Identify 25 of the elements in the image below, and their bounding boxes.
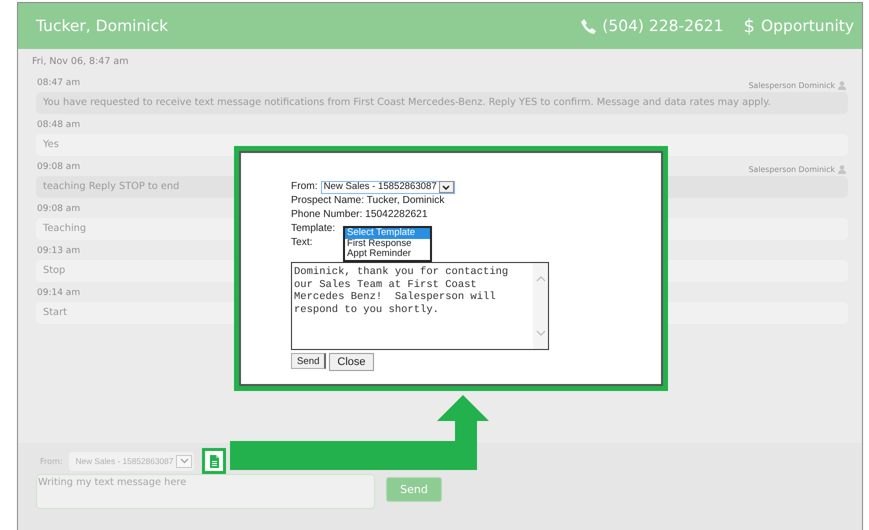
message-time: 09:14 am [37, 288, 80, 300]
message-time: 08:47 am [37, 78, 80, 90]
message-time: 08:48 am [37, 120, 80, 132]
person-icon [838, 165, 846, 174]
phone-icon [581, 18, 596, 34]
document-icon [208, 454, 220, 468]
person-icon [838, 81, 846, 90]
message-time: 09:08 am [37, 162, 80, 174]
contact-name: Tucker, Dominick [36, 17, 168, 35]
message-field[interactable]: Writing my text message here [36, 474, 375, 509]
template-option[interactable]: Appt Reminder [345, 249, 430, 260]
chevron-down-icon [180, 458, 189, 464]
template-button[interactable] [202, 448, 226, 474]
chevron-down-icon [442, 184, 450, 190]
from-label: From: [291, 180, 318, 194]
template-option[interactable]: First Response [345, 238, 430, 249]
message-bubble: You have requested to receive text message notifications from First Coast Mercedes-Benz. Reply YES to confirm. Message and data rates may apply. [36, 92, 848, 114]
message-time: 09:08 am [37, 204, 80, 216]
sender-select[interactable]: New Sales - 15852863087 [320, 180, 455, 194]
template-label: Template: [291, 222, 336, 236]
close-button[interactable]: Close [329, 353, 374, 371]
date-label: Fri, Nov 06, 8:47 am [32, 56, 130, 67]
message-time: 09:13 am [37, 246, 80, 258]
dollar-icon: $ [744, 16, 755, 36]
send-button[interactable]: Send [291, 353, 326, 369]
